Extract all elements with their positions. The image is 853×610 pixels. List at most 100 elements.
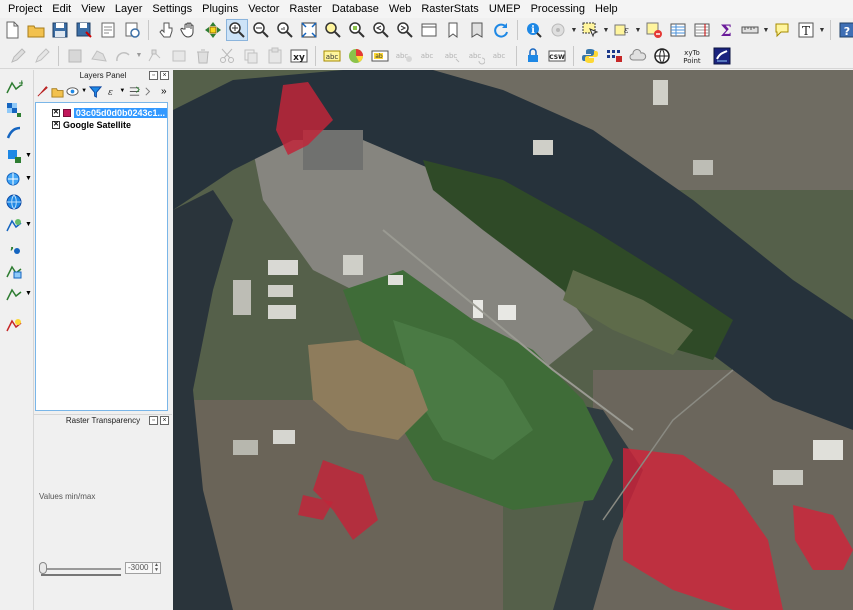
menu-edit[interactable]: Edit: [47, 0, 76, 18]
expand-all-icon[interactable]: [128, 83, 141, 99]
menu-vector[interactable]: Vector: [243, 0, 284, 18]
deselect-all-icon[interactable]: [643, 19, 665, 41]
add-group-icon[interactable]: [51, 83, 64, 99]
copy-features-icon[interactable]: [240, 45, 262, 67]
chevron-down-icon[interactable]: ▼: [818, 19, 826, 41]
change-label-icon[interactable]: abc: [489, 45, 511, 67]
new-project-icon[interactable]: [1, 19, 23, 41]
value-spinbox[interactable]: -3000 ▲ ▼: [125, 562, 161, 574]
menu-view[interactable]: View: [76, 0, 110, 18]
menu-umep[interactable]: UMEP: [484, 0, 526, 18]
layer-labeling-icon[interactable]: abc: [321, 45, 343, 67]
rotate-label-icon[interactable]: abc: [465, 45, 487, 67]
select-features-icon[interactable]: [579, 19, 601, 41]
add-wms-icon[interactable]: [3, 168, 25, 190]
zoom-in-icon[interactable]: [226, 19, 248, 41]
statistics-icon[interactable]: Σ: [715, 19, 737, 41]
new-shapefile-icon[interactable]: [3, 283, 25, 305]
cut-features-icon[interactable]: [216, 45, 238, 67]
save-project-icon[interactable]: [49, 19, 71, 41]
add-wcs-icon[interactable]: [3, 191, 25, 213]
close-panel-icon[interactable]: ×: [160, 71, 169, 80]
add-vector-layer-icon[interactable]: +: [3, 76, 25, 98]
show-hide-labels-icon[interactable]: abc: [417, 45, 439, 67]
new-geopackage-icon[interactable]: [3, 314, 25, 336]
python-console-icon[interactable]: [579, 45, 601, 67]
add-postgis-icon[interactable]: [3, 145, 25, 167]
save-as-icon[interactable]: [73, 19, 95, 41]
float-panel-icon[interactable]: ▫: [149, 71, 158, 80]
zoom-to-layer-icon[interactable]: [346, 19, 368, 41]
chevron-down-icon[interactable]: ▼: [602, 19, 610, 41]
measure-line-icon[interactable]: [739, 19, 761, 41]
layer-visibility-checkbox[interactable]: ✕: [52, 121, 60, 129]
toggle-editing-icon[interactable]: [31, 45, 53, 67]
grid-plugin-icon[interactable]: [603, 45, 625, 67]
menu-layer[interactable]: Layer: [110, 0, 148, 18]
select-by-expression-icon[interactable]: ε: [611, 19, 633, 41]
delete-selected-icon[interactable]: [192, 45, 214, 67]
menu-web[interactable]: Web: [384, 0, 416, 18]
text-annotation-icon[interactable]: T: [795, 19, 817, 41]
new-map-view-icon[interactable]: [418, 19, 440, 41]
collapse-all-icon[interactable]: [143, 83, 156, 99]
chevron-down-icon[interactable]: ▼: [25, 290, 32, 297]
add-feature-icon[interactable]: [88, 45, 110, 67]
zoom-next-icon[interactable]: [394, 19, 416, 41]
zoom-out-icon[interactable]: [250, 19, 272, 41]
chevron-down-icon[interactable]: ▼: [25, 175, 32, 182]
zoom-last-icon[interactable]: [370, 19, 392, 41]
add-delimited-text-icon[interactable]: ,: [3, 237, 25, 259]
modify-attributes-icon[interactable]: [168, 45, 190, 67]
map-canvas[interactable]: [173, 70, 853, 610]
menu-help[interactable]: Help: [590, 0, 623, 18]
min-slider-handle[interactable]: [39, 562, 47, 574]
help-icon[interactable]: ?: [836, 19, 853, 41]
refresh-icon[interactable]: [490, 19, 512, 41]
layer-diagram-icon[interactable]: [345, 45, 367, 67]
xytopoint-icon[interactable]: xyTo Point: [675, 45, 709, 67]
chevron-down-icon[interactable]: ▼: [81, 83, 87, 99]
action-icon[interactable]: [547, 19, 569, 41]
current-edits-icon[interactable]: [7, 45, 29, 67]
globe-icon[interactable]: [651, 45, 673, 67]
more-tools-icon[interactable]: »: [158, 83, 171, 99]
chevron-down-icon[interactable]: ▼: [634, 19, 642, 41]
vertex-tool-icon[interactable]: [144, 45, 166, 67]
save-edits-icon[interactable]: [64, 45, 86, 67]
add-spatialite-icon[interactable]: [3, 122, 25, 144]
open-project-icon[interactable]: [25, 19, 47, 41]
chevron-down-icon[interactable]: ▼: [25, 221, 32, 228]
chevron-down-icon[interactable]: ▼: [135, 45, 143, 67]
layers-tree[interactable]: ✕ 03c05d0d0b0243c1... ✕ Google Satellite: [35, 102, 168, 411]
chevron-down-icon[interactable]: ▼: [25, 152, 32, 159]
add-raster-layer-icon[interactable]: [3, 99, 25, 121]
pan-map-icon[interactable]: [178, 19, 200, 41]
menu-settings[interactable]: Settings: [147, 0, 197, 18]
map-tips-icon[interactable]: [771, 19, 793, 41]
show-bookmarks-icon[interactable]: [466, 19, 488, 41]
layer-item-polygon[interactable]: ✕ 03c05d0d0b0243c1...: [36, 107, 167, 119]
move-label-icon[interactable]: abc: [441, 45, 463, 67]
chevron-down-icon[interactable]: ▼: [119, 83, 125, 99]
field-calculator-icon[interactable]: [691, 19, 713, 41]
open-layer-styling-icon[interactable]: [36, 83, 49, 99]
max-slider-track[interactable]: [41, 574, 121, 576]
filter-legend-icon[interactable]: [89, 83, 103, 99]
add-virtual-layer-icon[interactable]: [3, 260, 25, 282]
menu-rasterstats[interactable]: RasterStats: [416, 0, 483, 18]
new-bookmark-icon[interactable]: [442, 19, 464, 41]
print-layout-icon[interactable]: [97, 19, 119, 41]
attribute-table-icon[interactable]: [667, 19, 689, 41]
layer-visibility-checkbox[interactable]: ✕: [52, 109, 60, 117]
pin-labels-icon[interactable]: abc: [393, 45, 415, 67]
plugin-brand-icon[interactable]: [711, 45, 733, 67]
csw-icon[interactable]: CSW: [546, 45, 568, 67]
coordinate-capture-icon[interactable]: xy: [288, 45, 310, 67]
touch-zoom-icon[interactable]: [154, 19, 176, 41]
layer-item-google-satellite[interactable]: ✕ Google Satellite: [36, 119, 167, 131]
cloud-icon[interactable]: [627, 45, 649, 67]
paste-features-icon[interactable]: [264, 45, 286, 67]
float-panel-icon[interactable]: ▫: [149, 416, 158, 425]
filter-by-expression-icon[interactable]: ε: [104, 83, 117, 99]
